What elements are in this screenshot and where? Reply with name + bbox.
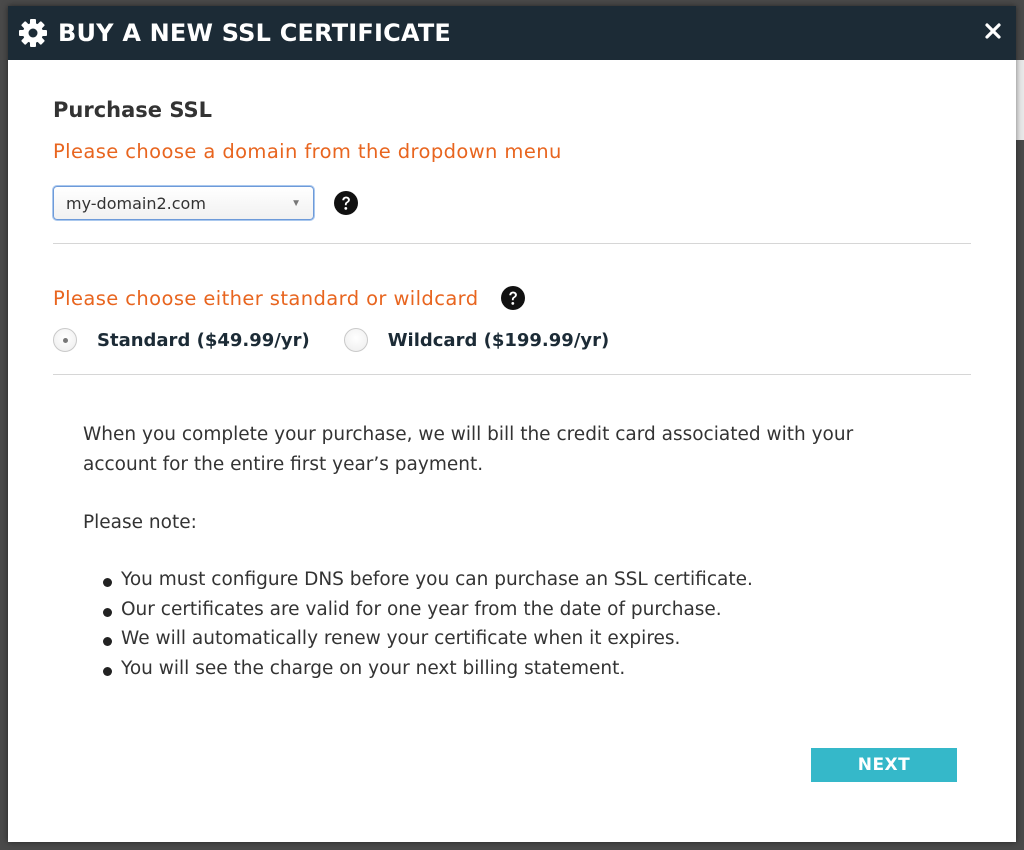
gear-icon (18, 18, 48, 48)
help-icon[interactable] (500, 286, 525, 310)
note-label: Please note: (83, 512, 197, 533)
close-icon[interactable] (984, 22, 1002, 40)
modal-body: Purchase SSL Please choose a domain from… (8, 98, 1016, 683)
list-item: We will automatically renew your certifi… (103, 624, 971, 654)
modal-header: BUY A NEW SSL CERTIFICATE (8, 6, 1016, 60)
type-prompt: Please choose either standard or wildcar… (53, 286, 479, 310)
radio-standard-label[interactable]: Standard ($49.99/yr) (97, 330, 310, 351)
divider (53, 374, 971, 375)
section-title: Purchase SSL (53, 98, 213, 122)
type-prompt-row: Please choose either standard or wildcar… (53, 286, 971, 310)
note-list: You must configure DNS before you can pu… (83, 565, 971, 683)
domain-select-value: my-domain2.com (66, 193, 206, 213)
domain-select-row: my-domain2.com ▼ (53, 186, 971, 220)
certificate-type-options: Standard ($49.99/yr) Wildcard ($199.99/y… (53, 328, 971, 352)
chevron-down-icon: ▼ (291, 197, 301, 209)
domain-select[interactable]: my-domain2.com ▼ (53, 186, 314, 220)
ssl-purchase-modal: BUY A NEW SSL CERTIFICATE Purchase SSL P… (8, 6, 1016, 842)
billing-text: When you complete your purchase, we will… (83, 424, 854, 475)
radio-wildcard-label[interactable]: Wildcard ($199.99/yr) (388, 330, 610, 351)
divider (53, 243, 971, 244)
radio-standard[interactable] (53, 328, 77, 352)
modal-title: BUY A NEW SSL CERTIFICATE (58, 19, 452, 47)
domain-prompt: Please choose a domain from the dropdown… (53, 140, 562, 163)
billing-info: When you complete your purchase, we will… (53, 420, 971, 683)
list-item: Our certificates are valid for one year … (103, 595, 971, 625)
next-button[interactable]: NEXT (811, 748, 957, 782)
radio-wildcard[interactable] (343, 328, 368, 352)
list-item: You must configure DNS before you can pu… (103, 565, 971, 595)
list-item: You will see the charge on your next bil… (103, 654, 971, 684)
help-icon[interactable] (334, 191, 358, 215)
